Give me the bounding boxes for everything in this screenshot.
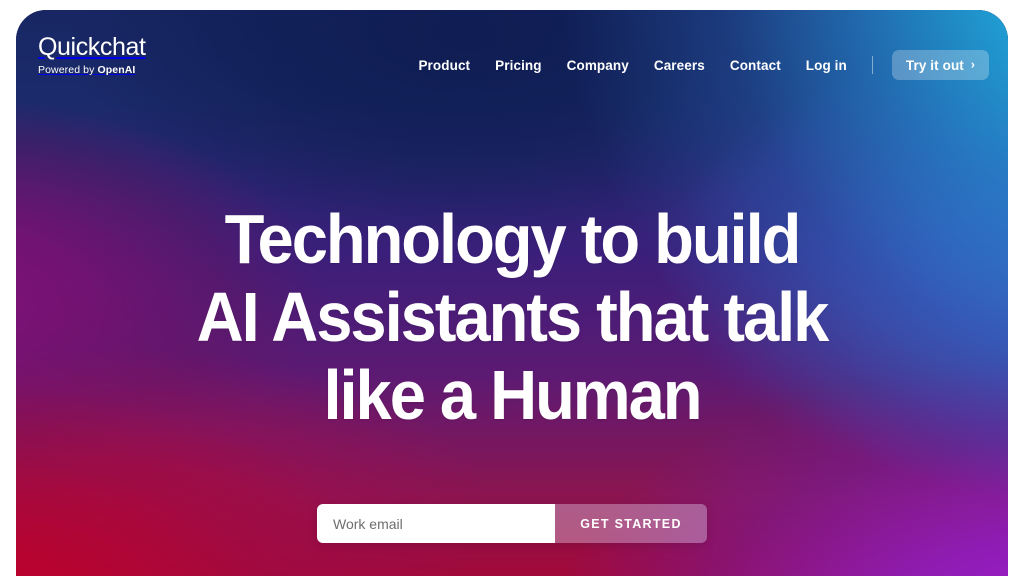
nav-item-contact[interactable]: Contact xyxy=(730,58,781,73)
brand-tagline: Powered by OpenAI xyxy=(38,64,146,76)
signup-form: GET STARTED xyxy=(317,504,707,543)
site-header: Quickchat Powered by OpenAI Product Pric… xyxy=(16,10,1008,104)
hero-headline-line-1: Technology to build xyxy=(224,200,802,278)
work-email-input[interactable] xyxy=(317,504,555,543)
page-root: Quickchat Powered by OpenAI Product Pric… xyxy=(0,0,1024,576)
hero-headline-line-2: AI Assistants that talk xyxy=(196,278,830,356)
hero-headline: Technology to build AI Assistants that t… xyxy=(51,200,974,434)
nav-item-product[interactable]: Product xyxy=(418,58,470,73)
try-it-out-button[interactable]: Try it out › xyxy=(891,50,989,80)
nav-item-log-in[interactable]: Log in xyxy=(806,58,847,73)
main-nav: Product Pricing Company Careers Contact … xyxy=(418,48,989,82)
nav-item-careers[interactable]: Careers xyxy=(654,58,705,73)
try-it-out-label: Try it out xyxy=(905,57,964,73)
brand-logo[interactable]: Quickchat Powered by OpenAI xyxy=(38,33,146,77)
get-started-button[interactable]: GET STARTED xyxy=(555,504,707,543)
nav-item-company[interactable]: Company xyxy=(567,58,629,73)
nav-item-pricing[interactable]: Pricing xyxy=(495,58,541,73)
chevron-right-icon: › xyxy=(970,57,975,72)
hero-headline-line-3: like a Human xyxy=(323,356,702,434)
brand-tagline-prefix: Powered by xyxy=(38,64,98,76)
nav-divider xyxy=(871,56,873,74)
brand-name: Quickchat xyxy=(38,33,146,61)
brand-tagline-openai: OpenAI xyxy=(97,64,136,76)
hero-section: Quickchat Powered by OpenAI Product Pric… xyxy=(16,10,1008,576)
hero-copy: Technology to build AI Assistants that t… xyxy=(16,200,1008,434)
